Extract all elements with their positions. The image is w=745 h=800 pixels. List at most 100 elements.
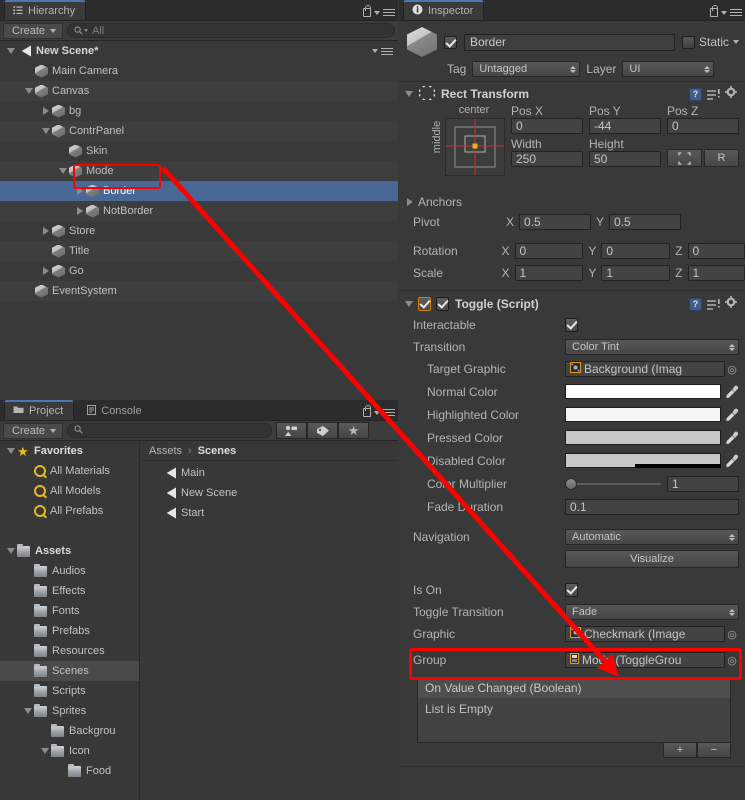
rect-transform-header[interactable]: Rect Transform ? [399, 84, 745, 104]
project-search-input[interactable] [67, 423, 273, 438]
hierarchy-item-store[interactable]: Store [0, 221, 398, 241]
chevron-right-icon[interactable] [74, 187, 86, 195]
scale-y-input[interactable]: 1 [601, 265, 671, 281]
preset-icon[interactable] [707, 88, 720, 101]
project-tree[interactable]: ★ Favorites All Materials All Models All Pre… [0, 441, 140, 800]
graphic-objectfield[interactable]: Checkmark (Image [565, 626, 725, 642]
chevron-right-icon[interactable] [74, 207, 86, 215]
scene-twisty[interactable] [4, 48, 18, 54]
chevron-down-icon[interactable] [374, 10, 380, 15]
eyedropper-icon[interactable] [725, 385, 739, 399]
chevron-right-icon[interactable] [407, 198, 413, 206]
height-input[interactable]: 50 [589, 151, 661, 167]
pivot-x-input[interactable]: 0.5 [519, 214, 592, 230]
asset-item-main[interactable]: Main [141, 463, 398, 483]
filter-by-label-icon[interactable] [307, 422, 339, 439]
hierarchy-create-button[interactable]: Create [3, 22, 64, 39]
transition-dropdown[interactable]: Color Tint [565, 339, 739, 355]
chevron-down-icon[interactable] [23, 88, 35, 94]
eyedropper-icon[interactable] [725, 408, 739, 422]
project-tree-item-favorites[interactable]: ★ Favorites [0, 441, 139, 461]
scale-x-input[interactable]: 1 [514, 265, 584, 281]
project-tree-item-assets[interactable]: Assets [0, 541, 139, 561]
gear-icon[interactable] [725, 296, 738, 312]
fade-duration-input[interactable]: 0.1 [565, 498, 739, 515]
navigation-dropdown[interactable]: Automatic [565, 529, 739, 545]
hierarchy-item-border[interactable]: Border [0, 181, 398, 201]
chevron-down-icon[interactable] [40, 128, 52, 134]
tab-inspector[interactable]: Inspector [403, 0, 485, 20]
object-picker-icon[interactable]: ◎ [725, 654, 739, 667]
project-tree-item-icon[interactable]: Icon [0, 741, 139, 761]
chevron-right-icon[interactable] [40, 267, 52, 275]
chevron-down-icon[interactable] [374, 410, 380, 415]
hierarchy-item-skin[interactable]: Skin [0, 141, 398, 161]
chevron-down-icon[interactable] [38, 748, 51, 754]
project-tree-item-backgrou[interactable]: Backgrou [0, 721, 139, 741]
normal-color-swatch[interactable] [565, 384, 721, 399]
breadcrumb-item-0[interactable]: Assets [149, 445, 182, 457]
project-tree-item-resources[interactable]: Resources [0, 641, 139, 661]
hierarchy-tree[interactable]: New Scene* Main Camera Canvas bg ContrPanel… [0, 41, 398, 400]
gameobject-enabled-checkbox[interactable] [444, 35, 457, 49]
is-on-checkbox[interactable] [565, 583, 578, 597]
rotation-x-input[interactable]: 0 [514, 243, 584, 259]
hierarchy-item-eventsystem[interactable]: EventSystem [0, 281, 398, 301]
chevron-down-icon[interactable] [405, 301, 413, 307]
object-picker-icon[interactable]: ◎ [725, 628, 739, 641]
layer-dropdown[interactable]: UI [622, 61, 715, 77]
help-icon[interactable]: ? [689, 87, 702, 101]
hierarchy-item-notborder[interactable]: NotBorder [0, 201, 398, 221]
eyedropper-icon[interactable] [725, 431, 739, 445]
eyedropper-icon[interactable] [725, 454, 739, 468]
pressed-color-swatch[interactable] [565, 430, 721, 445]
project-tree-item-prefabs[interactable]: Prefabs [0, 621, 139, 641]
chevron-down-icon[interactable] [4, 448, 17, 454]
chevron-right-icon[interactable] [40, 227, 52, 235]
project-content[interactable]: Assets › Scenes Main New Scene Start [141, 441, 398, 800]
rotation-z-input[interactable]: 0 [687, 243, 745, 259]
anchor-preset-button[interactable] [445, 118, 505, 176]
scale-z-input[interactable]: 1 [687, 265, 745, 281]
remove-event-button[interactable]: − [697, 742, 731, 758]
interactable-checkbox[interactable] [565, 318, 578, 332]
asset-item-start[interactable]: Start [141, 503, 398, 523]
pivot-y-input[interactable]: 0.5 [609, 214, 682, 230]
project-create-button[interactable]: Create [3, 422, 64, 439]
hierarchy-item-contrpanel[interactable]: ContrPanel [0, 121, 398, 141]
toggle-transition-dropdown[interactable]: Fade [565, 604, 739, 620]
scene-root-row[interactable]: New Scene* [0, 41, 398, 61]
add-event-button[interactable]: + [663, 742, 697, 758]
static-toggle[interactable]: Static [681, 35, 739, 49]
project-tree-item-all-prefabs[interactable]: All Prefabs [0, 501, 139, 521]
project-tree-item-all-materials[interactable]: All Materials [0, 461, 139, 481]
lock-icon[interactable] [710, 5, 718, 17]
preset-icon[interactable] [707, 298, 720, 311]
highlighted-color-swatch[interactable] [565, 407, 721, 422]
anchors-foldout[interactable]: Anchors [399, 192, 745, 212]
object-picker-icon[interactable]: ◎ [725, 363, 739, 376]
tab-project[interactable]: Project [4, 400, 75, 420]
project-tree-item-food[interactable]: Food [0, 761, 139, 781]
chevron-down-icon[interactable] [733, 40, 739, 44]
help-icon[interactable]: ? [689, 297, 702, 311]
hierarchy-item-mode[interactable]: Mode [0, 161, 398, 181]
hierarchy-item-canvas[interactable]: Canvas [0, 81, 398, 101]
color-multiplier-input[interactable]: 1 [667, 475, 739, 492]
blueprint-mode-button[interactable] [667, 149, 702, 167]
chevron-down-icon[interactable] [4, 548, 17, 554]
hierarchy-item-main-camera[interactable]: Main Camera [0, 61, 398, 81]
chevron-down-icon[interactable] [57, 168, 69, 174]
asset-item-new-scene[interactable]: New Scene [141, 483, 398, 503]
chevron-down-icon[interactable] [21, 708, 34, 714]
group-objectfield[interactable]: Mode (ToggleGrou [565, 652, 725, 668]
toggle-component-header[interactable]: Toggle (Script) ? [399, 294, 745, 314]
visualize-button[interactable]: Visualize [565, 550, 739, 568]
lock-icon[interactable] [363, 5, 371, 17]
pos-z-input[interactable]: 0 [667, 118, 739, 134]
rotation-y-input[interactable]: 0 [601, 243, 671, 259]
color-multiplier-slider[interactable] [565, 477, 661, 490]
scene-context-menu[interactable] [372, 47, 398, 55]
on-value-changed-box[interactable]: On Value Changed (Boolean) List is Empty [417, 677, 731, 743]
gameobject-name-input[interactable]: Border [464, 33, 675, 51]
